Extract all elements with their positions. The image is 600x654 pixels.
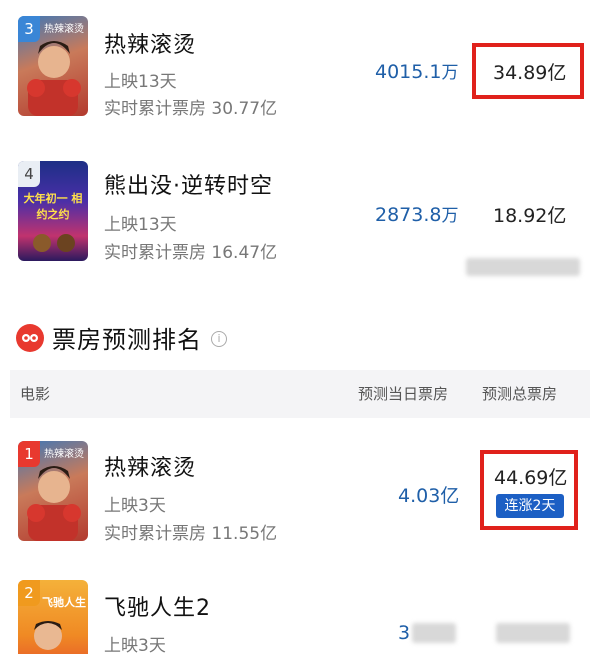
release-days: 上映13天 — [104, 215, 177, 235]
movie-poster: 4 大年初一 相约之约 — [18, 161, 88, 261]
box-office-row[interactable]: 3 热辣滚烫 热辣滚烫 上映13天 实时累计票房 30.77亿 4015.1万 … — [0, 0, 600, 140]
cumulative-box-office: 实时累计票房 11.55亿 — [104, 524, 278, 544]
blurred-text — [496, 623, 570, 643]
movie-title: 熊出没·逆转时空 — [104, 174, 273, 199]
poster-title-text: 热辣滚烫 — [44, 24, 84, 35]
daily-value: 2873.8 — [375, 204, 442, 226]
movie-title: 热辣滚烫 — [104, 33, 197, 58]
release-days: 上映3天 — [104, 636, 166, 654]
poster-face-icon — [34, 621, 62, 650]
header-total-forecast: 预测总票房 — [482, 385, 558, 403]
rising-badge: 连涨2天 — [496, 494, 564, 518]
movie-poster: 1 热辣滚烫 — [18, 441, 88, 541]
movie-title: 飞驰人生2 — [104, 596, 211, 621]
box-office-row[interactable]: 4 大年初一 相约之约 熊出没·逆转时空 上映13天 实时累计票房 16.47亿… — [0, 140, 600, 290]
movie-title: 热辣滚烫 — [104, 456, 197, 481]
info-icon[interactable]: i — [211, 331, 227, 347]
release-days: 上映13天 — [104, 72, 177, 92]
section-title: 票房预测排名 — [52, 326, 202, 354]
day-forecast-value: 3 — [398, 622, 411, 644]
total-box-office: 18.92亿 — [493, 205, 567, 227]
daily-unit: 万 — [441, 206, 459, 226]
movie-poster: 2 飞驰人生 — [18, 580, 88, 654]
release-days: 上映3天 — [104, 496, 166, 516]
header-day-forecast: 预测当日票房 — [358, 385, 449, 403]
total-box-office: 34.89亿 — [493, 62, 567, 84]
highlight-box — [480, 450, 578, 530]
forecast-row[interactable]: 2 飞驰人生 飞驰人生2 上映3天 3 — [0, 572, 600, 654]
movie-poster: 3 热辣滚烫 — [18, 16, 88, 116]
poster-title-text: 热辣滚烫 — [44, 449, 84, 460]
daily-unit: 万 — [441, 63, 459, 83]
blurred-text — [412, 623, 456, 643]
cumulative-box-office: 实时累计票房 30.77亿 — [104, 99, 278, 119]
header-movie: 电影 — [20, 385, 51, 403]
daily-value: 4015.1 — [375, 61, 442, 83]
cumulative-box-office: 实时累计票房 16.47亿 — [104, 243, 278, 263]
daily-box-office: 2873.8万 — [375, 201, 458, 226]
total-forecast-value: 44.69亿 — [494, 467, 568, 489]
blurred-text — [466, 258, 580, 276]
day-forecast-value: 4.03亿 — [398, 485, 460, 507]
daily-box-office: 4015.1万 — [375, 58, 458, 83]
poster-bear-icon — [33, 234, 75, 252]
maoyan-cat-icon — [16, 324, 44, 352]
